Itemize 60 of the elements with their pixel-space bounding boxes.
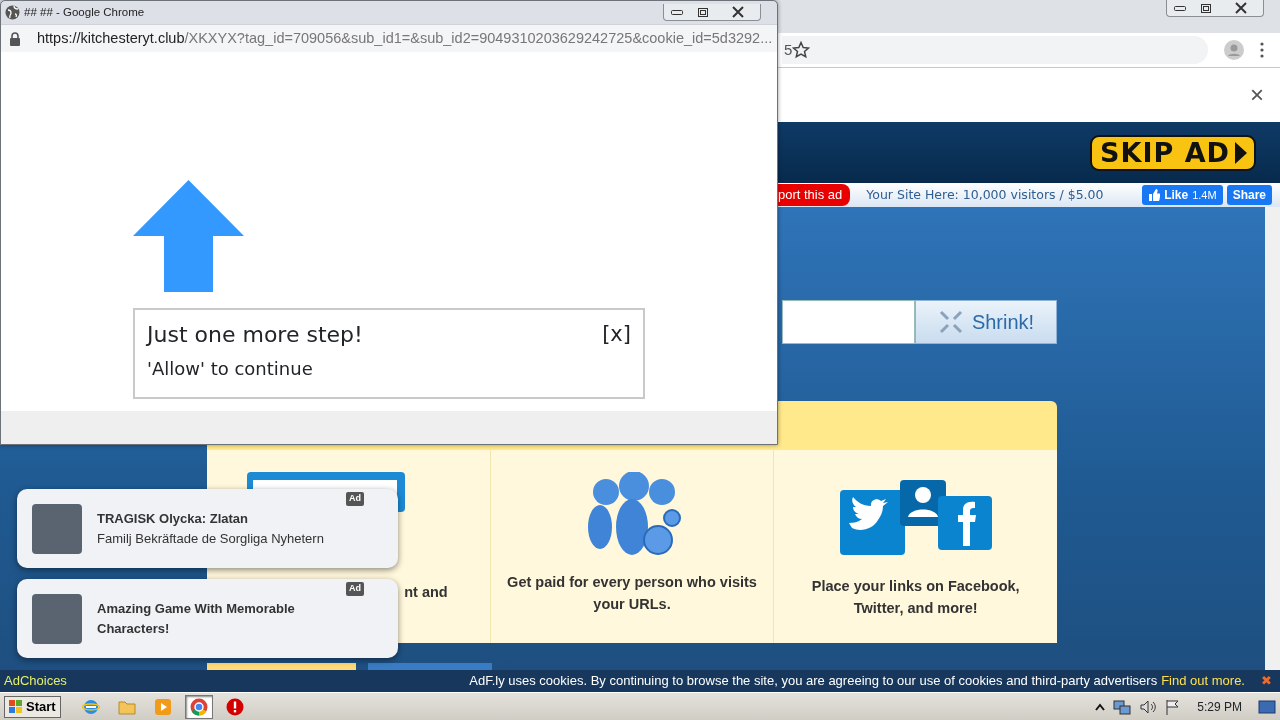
report-ad-link[interactable]: port this ad xyxy=(776,184,851,206)
find-out-more-link[interactable]: Find out more. xyxy=(1161,671,1245,691)
folder-icon xyxy=(117,698,136,715)
notification-title: Amazing Game With Memorable Characters! xyxy=(97,600,296,638)
promo-link[interactable]: Your Site Here: 10,000 visitors / $5.00 xyxy=(866,185,1104,205)
close-icon xyxy=(732,6,744,18)
close-button[interactable]: ✖ xyxy=(1261,671,1272,691)
message-text: 'Allow' to continue xyxy=(147,357,314,381)
minimize-icon xyxy=(671,9,683,15)
feature-text: Place your links on Facebook, Twitter, and more! xyxy=(810,577,1021,618)
photo-placeholder xyxy=(32,503,82,554)
skip-ad-button[interactable]: SKIP AD xyxy=(1090,134,1256,171)
windows-logo-icon xyxy=(9,699,23,714)
stop-sign-icon xyxy=(225,697,244,716)
taskbar-app-button[interactable] xyxy=(184,694,213,719)
clock: 5:29 PM xyxy=(1197,698,1242,716)
close-button[interactable]: × xyxy=(1250,77,1264,113)
minimize-icon xyxy=(1174,5,1186,11)
avatar-icon[interactable] xyxy=(1224,40,1244,60)
window-title: ## ## - Google Chrome xyxy=(24,4,145,20)
notification-body: Familj Bekräftade de Sorgliga Nyhetern xyxy=(97,529,325,548)
up-arrow-icon xyxy=(133,180,244,292)
feature-text: nt and xyxy=(404,583,448,602)
lock-icon xyxy=(9,31,21,46)
globe-icon xyxy=(5,5,20,20)
ad-label: Ad xyxy=(346,492,364,506)
speaker-icon[interactable] xyxy=(1139,698,1158,715)
play-arrow-icon xyxy=(1234,140,1248,165)
scrollbar[interactable] xyxy=(1265,207,1280,670)
notification-card[interactable]: Amazing Game With Memorable Characters! Ad xyxy=(17,579,398,658)
restore-icon xyxy=(698,7,708,17)
photo-placeholder xyxy=(32,593,82,644)
like-button[interactable]: Like 1.4M xyxy=(1142,185,1223,205)
globe-ring-icon xyxy=(81,697,100,716)
show-desktop-icon[interactable] xyxy=(1258,698,1276,715)
notification-card[interactable]: TRAGISK Olycka: Zlatan Familj Bekräftade de Sorgliga Nyhetern Ad xyxy=(17,489,398,568)
share-button[interactable]: Share xyxy=(1226,185,1272,205)
notification-title: TRAGISK Olycka: Zlatan xyxy=(97,510,249,528)
address-bar[interactable]: 5 xyxy=(782,36,1208,64)
feature-text: Get paid for every person who visits your URLs. xyxy=(506,573,758,614)
restore-icon xyxy=(1201,3,1211,13)
chevron-up-icon[interactable] xyxy=(1095,701,1106,712)
thumbs-up-icon xyxy=(1148,189,1161,201)
url-input-field[interactable] xyxy=(782,300,915,344)
media-player-icon xyxy=(153,697,172,716)
close-icon xyxy=(1235,2,1247,14)
menu-icon[interactable] xyxy=(1260,42,1264,58)
cookie-message: AdF.ly uses cookies. By continuing to browse the site, you are agreeing to our use of cookies and third-party advertisers xyxy=(469,672,1158,691)
url-text: https://kitchesteryt.club/XKXYX?tag_id=709056&sub_id1=&sub_id2=9049310203629242725&cookie_id=5d3292... xyxy=(37,28,773,48)
adchoices-link[interactable]: AdChoices xyxy=(4,671,67,691)
heading: Just one more step! xyxy=(147,321,363,349)
arrows-icon xyxy=(937,309,964,335)
shrink-button[interactable]: Shrink! xyxy=(915,300,1057,344)
close-button[interactable]: [x] xyxy=(602,318,631,351)
star-icon[interactable] xyxy=(792,41,811,59)
chrome-icon xyxy=(189,697,208,716)
ad-label: Ad xyxy=(346,582,364,596)
url-text: 5 xyxy=(784,39,793,60)
network-icon[interactable] xyxy=(1113,698,1132,715)
start-button[interactable]: Start xyxy=(4,695,61,718)
